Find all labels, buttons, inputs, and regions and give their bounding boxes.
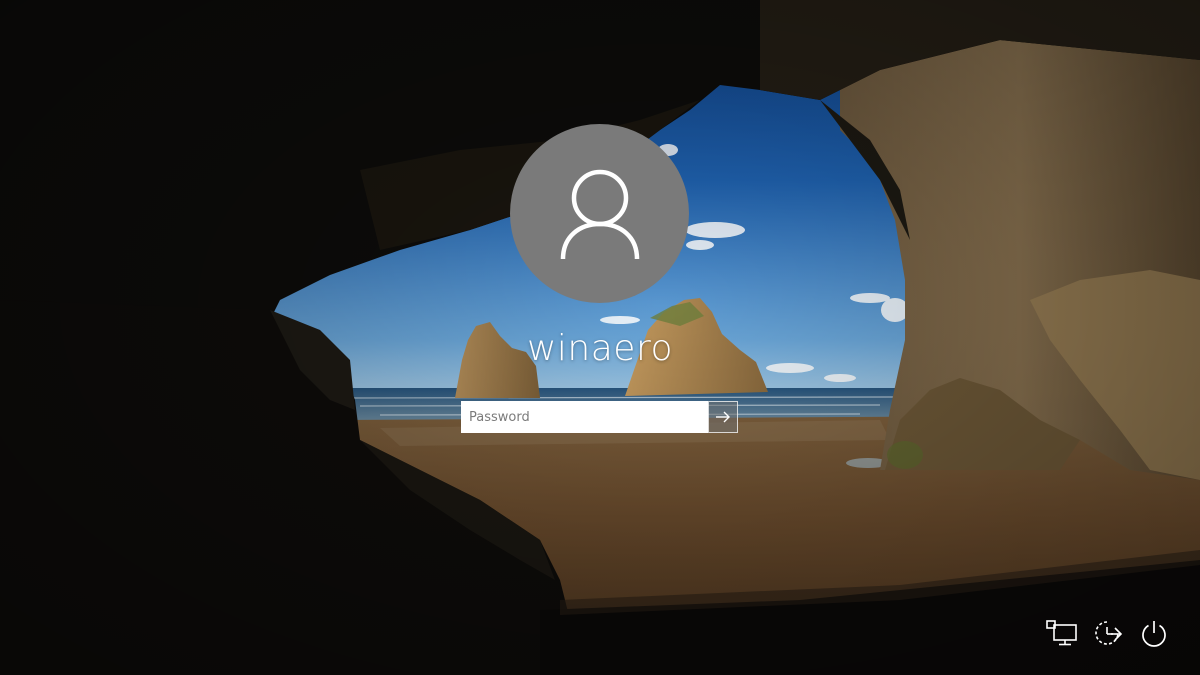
power-icon	[1142, 621, 1166, 647]
arrow-right-icon	[716, 411, 730, 423]
password-input[interactable]	[461, 401, 708, 433]
system-buttons	[1046, 617, 1170, 649]
lock-screen: winaero	[0, 0, 1200, 675]
user-name: winaero	[526, 328, 673, 369]
network-icon	[1046, 620, 1077, 646]
network-button[interactable]	[1046, 617, 1078, 649]
power-button[interactable]	[1138, 617, 1170, 649]
ease-of-access-button[interactable]	[1092, 617, 1124, 649]
user-avatar	[510, 124, 689, 303]
submit-button[interactable]	[708, 401, 738, 433]
password-row	[461, 401, 738, 433]
ease-of-access-icon	[1095, 621, 1123, 645]
user-avatar-icon	[560, 169, 639, 259]
